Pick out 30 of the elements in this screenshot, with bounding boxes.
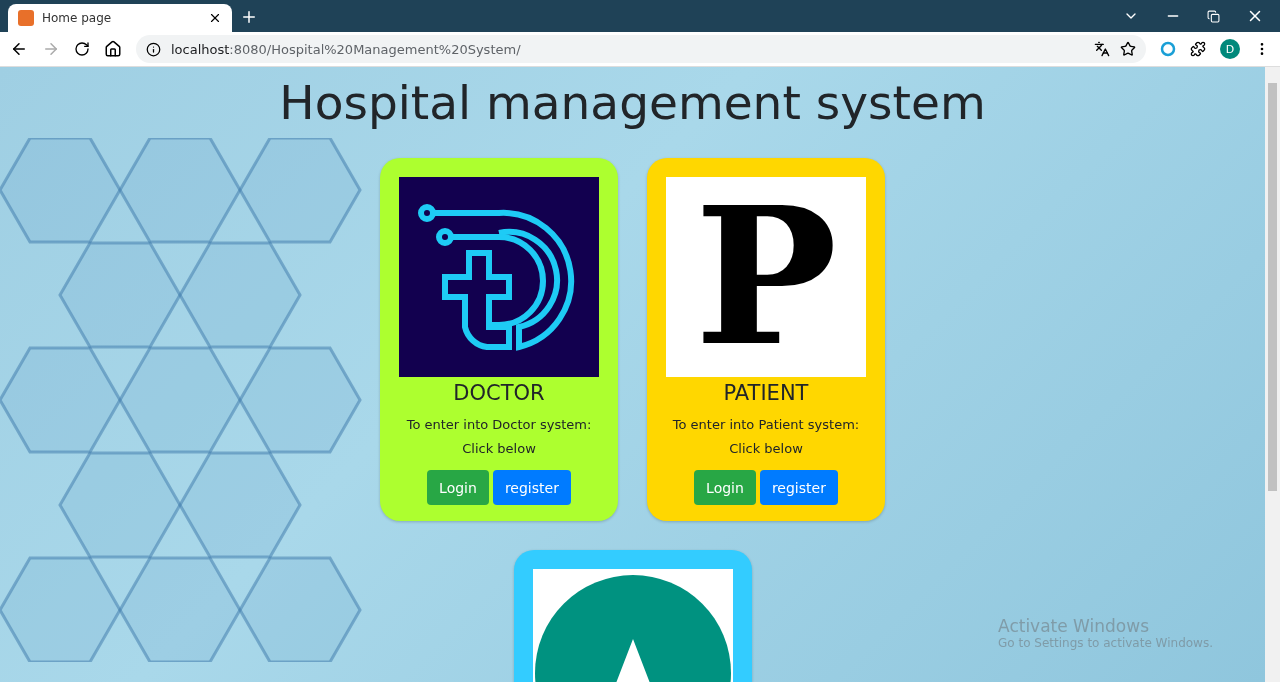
url-text: localhost:8080/Hospital%20Management%20System/: [171, 41, 522, 57]
favicon-icon: [18, 10, 34, 26]
scrollbar[interactable]: [1265, 67, 1280, 682]
role-name: PATIENT: [723, 381, 809, 405]
info-icon[interactable]: [146, 41, 161, 57]
new-tab-icon[interactable]: [240, 8, 258, 26]
home-icon[interactable]: [104, 40, 122, 58]
bookmark-star-icon[interactable]: [1120, 41, 1136, 57]
login-button[interactable]: Login: [694, 470, 756, 505]
logo-letter: P: [694, 182, 838, 372]
profile-avatar[interactable]: D: [1220, 39, 1240, 59]
activation-title: Activate Windows: [998, 616, 1150, 636]
ring-extension-icon[interactable]: [1160, 41, 1176, 57]
scrollbar-thumb[interactable]: [1268, 83, 1277, 491]
role-name: DOCTOR: [453, 381, 545, 405]
register-button[interactable]: register: [492, 470, 571, 505]
translate-icon[interactable]: [1094, 41, 1110, 57]
browser-tab[interactable]: Home page: [8, 4, 232, 32]
restore-icon[interactable]: [1207, 9, 1220, 23]
role-description: To enter into Doctor system: Click below: [405, 416, 593, 458]
login-button[interactable]: Login: [427, 470, 489, 505]
close-icon[interactable]: [208, 11, 222, 25]
page-title: Hospital management system: [279, 75, 986, 130]
back-icon[interactable]: [10, 40, 28, 58]
role-description: To enter into Patient system: Click below: [671, 416, 861, 458]
tab-title: Home page: [42, 11, 113, 25]
address-bar[interactable]: localhost:8080/Hospital%20Management%20System/: [136, 35, 1146, 63]
reload-icon[interactable]: [74, 41, 90, 57]
extensions-icon[interactable]: [1190, 41, 1206, 57]
register-button[interactable]: register: [759, 470, 838, 505]
